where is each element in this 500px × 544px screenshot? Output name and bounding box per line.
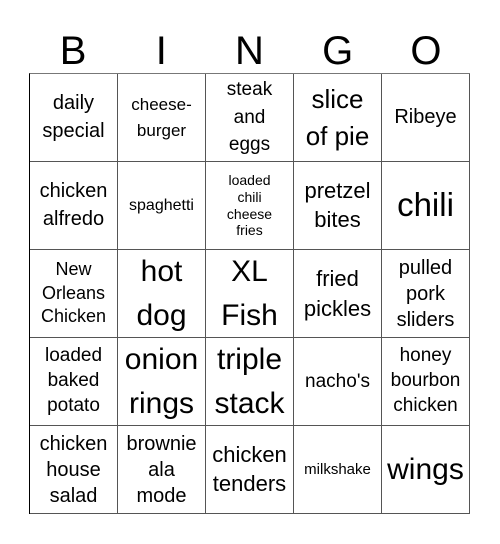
header-letter-b: B bbox=[59, 29, 87, 73]
bingo-cell: honey bourbon chicken bbox=[382, 338, 470, 426]
bingo-cell: pretzel bites bbox=[294, 162, 382, 250]
bingo-cell: chicken tenders bbox=[206, 426, 294, 514]
bingo-cell: New Orleans Chicken bbox=[30, 250, 118, 338]
bingo-cell: onion rings bbox=[118, 338, 206, 426]
bingo-cell: chicken house salad bbox=[30, 426, 118, 514]
bingo-cell: hot dog bbox=[118, 250, 206, 338]
header-letter-g: G bbox=[322, 29, 354, 73]
bingo-cell: brownie ala mode bbox=[118, 426, 206, 514]
bingo-cell: loaded chili cheese fries bbox=[206, 162, 294, 250]
bingo-cell: loaded baked potato bbox=[30, 338, 118, 426]
bingo-cell: chili bbox=[382, 162, 470, 250]
bingo-grid: daily special cheese- burger steak and e… bbox=[29, 73, 470, 514]
bingo-cell: wings bbox=[382, 426, 470, 514]
bingo-cell: milkshake bbox=[294, 426, 382, 514]
bingo-cell: spaghetti bbox=[118, 162, 206, 250]
bingo-cell: chicken alfredo bbox=[30, 162, 118, 250]
header-letter-o: O bbox=[410, 29, 442, 73]
bingo-cell: cheese- burger bbox=[118, 74, 206, 162]
bingo-cell: slice of pie bbox=[294, 74, 382, 162]
bingo-cell: Ribeye bbox=[382, 74, 470, 162]
header-letter-n: N bbox=[235, 29, 264, 73]
bingo-cell: fried pickles bbox=[294, 250, 382, 338]
bingo-cell: XL Fish bbox=[206, 250, 294, 338]
bingo-header: B I N G O bbox=[29, 28, 470, 74]
bingo-cell: triple stack bbox=[206, 338, 294, 426]
bingo-cell: steak and eggs bbox=[206, 74, 294, 162]
bingo-cell: nacho's bbox=[294, 338, 382, 426]
header-letter-i: I bbox=[155, 29, 167, 73]
bingo-cell: pulled pork sliders bbox=[382, 250, 470, 338]
bingo-cell: daily special bbox=[30, 74, 118, 162]
